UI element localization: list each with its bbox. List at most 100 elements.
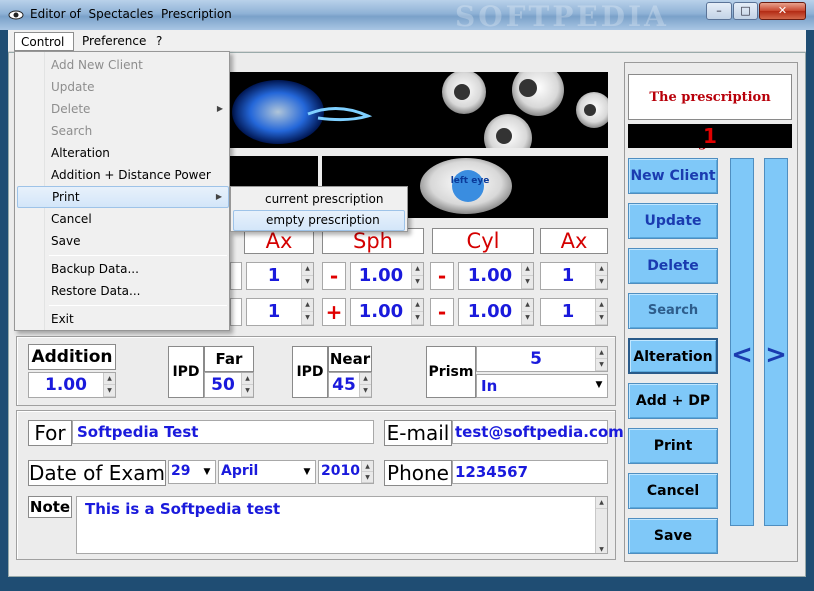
prism-direction-select[interactable]: In ▼ (476, 374, 608, 398)
update-button[interactable]: Update (628, 203, 718, 239)
row1-cyl-sign-button[interactable]: - (430, 262, 454, 290)
row2-cyl-sign-button[interactable]: - (430, 298, 454, 326)
chevron-down-icon: ▼ (203, 467, 211, 477)
addition-spinner[interactable]: ▲ ▼ (103, 373, 115, 397)
prism-value-field[interactable]: 5 ▲ ▼ (476, 346, 608, 372)
add-dp-button[interactable]: Add + DP (628, 383, 718, 419)
row1-ax-field[interactable]: 1 ▲ ▼ (246, 262, 314, 290)
print-submenu: current prescription empty prescription (230, 186, 408, 232)
menu-exit[interactable]: Exit (17, 308, 229, 330)
chevron-down-icon: ▼ (595, 380, 603, 390)
row1-cyl-spinner[interactable]: ▲ ▼ (521, 263, 533, 289)
menu-help[interactable]: ? (150, 32, 172, 51)
control-menu-dropdown: Add New Client Update Delete ▶ Search Al… (14, 51, 230, 331)
submenu-current-prescription[interactable]: current prescription (233, 189, 405, 210)
search-button[interactable]: Search (628, 293, 718, 329)
title-bar[interactable]: Editor of Spectacles Prescription SOFTPE… (0, 0, 814, 33)
new-client-button[interactable]: New Client (628, 158, 718, 194)
near-field[interactable]: 45 ▲ ▼ (328, 372, 372, 398)
row1-cyl-field[interactable]: 1.00 ▲ ▼ (458, 262, 534, 290)
exam-day-select[interactable]: 29 ▼ (168, 460, 216, 484)
row1-spin-stub[interactable] (230, 262, 242, 290)
menu-update[interactable]: Update (17, 76, 229, 98)
row1-ax-spinner[interactable]: ▲ ▼ (301, 263, 313, 289)
menu-print[interactable]: Print ▶ (17, 186, 229, 208)
row2-ax2-spinner[interactable]: ▲ ▼ (595, 299, 607, 325)
row2-cyl-field[interactable]: 1.00 ▲ ▼ (458, 298, 534, 326)
menu-separator (49, 255, 227, 256)
menu-bar: Control Preference ? (8, 30, 806, 52)
menu-add-new-client[interactable]: Add New Client (17, 54, 229, 76)
next-button[interactable]: > (764, 158, 788, 526)
row1-sph-sign-button[interactable]: - (322, 262, 346, 290)
alteration-button[interactable]: Alteration (628, 338, 718, 374)
row1-sph-field[interactable]: 1.00 ▲ ▼ (350, 262, 424, 290)
menu-restore-data[interactable]: Restore Data... (17, 280, 229, 302)
submenu-arrow-icon: ▶ (216, 104, 223, 113)
menu-addition-distance-power[interactable]: Addition + Distance Power (17, 164, 229, 186)
email-label: E-mail (384, 420, 452, 446)
email-field[interactable]: test@softpedia.com (452, 420, 624, 444)
row2-sph-field[interactable]: 1.00 ▲ ▼ (350, 298, 424, 326)
menu-alteration[interactable]: Alteration (17, 142, 229, 164)
near-label: Near (328, 346, 372, 372)
cancel-button[interactable]: Cancel (628, 473, 718, 509)
client-name-field[interactable]: Softpedia Test (72, 420, 374, 444)
ipd-far-label: IPD (168, 346, 204, 398)
row1-sph-spinner[interactable]: ▲ ▼ (411, 263, 423, 289)
row2-ax-field[interactable]: 1 ▲ ▼ (246, 298, 314, 326)
phone-label: Phone (384, 460, 452, 486)
far-spinner[interactable]: ▲ ▼ (241, 373, 253, 397)
row2-cyl-spinner[interactable]: ▲ ▼ (521, 299, 533, 325)
for-label: For (28, 420, 72, 446)
submenu-empty-prescription[interactable]: empty prescription (233, 210, 405, 231)
exam-month-select[interactable]: April ▼ (218, 460, 316, 484)
chevron-down-icon: ▼ (303, 467, 311, 477)
header-ax-2: Ax (540, 228, 608, 254)
submenu-arrow-icon: ▶ (215, 192, 222, 201)
date-of-exam-label: Date of Exam (28, 460, 166, 486)
maximize-button[interactable]: □ (733, 2, 758, 20)
softpedia-watermark: SOFTPEDIA (455, 0, 669, 33)
row2-ax-spinner[interactable]: ▲ ▼ (301, 299, 313, 325)
note-textarea[interactable]: This is a Softpedia test ▲ ▼ (76, 496, 608, 554)
menu-delete[interactable]: Delete ▶ (17, 98, 229, 120)
previous-button[interactable]: < (730, 158, 754, 526)
year-spinner[interactable]: ▲ ▼ (361, 461, 373, 483)
delete-button[interactable]: Delete (628, 248, 718, 284)
left-eye-caption: left eye (450, 176, 490, 186)
prism-spinner[interactable]: ▲ ▼ (595, 347, 607, 371)
row1-ax2-spinner[interactable]: ▲ ▼ (595, 263, 607, 289)
menu-control[interactable]: Control (14, 32, 74, 51)
row2-ax2-field[interactable]: 1 ▲ ▼ (540, 298, 608, 326)
exam-year-field[interactable]: 2010 ▲ ▼ (318, 460, 374, 484)
near-spinner[interactable]: ▲ ▼ (359, 373, 371, 397)
menu-cancel[interactable]: Cancel (17, 208, 229, 230)
menu-preference[interactable]: Preference (76, 32, 152, 51)
row2-sph-spinner[interactable]: ▲ ▼ (411, 299, 423, 325)
eye-photo-banner (228, 64, 612, 162)
window-title: Editor of Spectacles Prescription (30, 7, 232, 21)
far-label: Far (204, 346, 254, 372)
minimize-button[interactable]: – (706, 2, 732, 20)
row1-ax2-field[interactable]: 1 ▲ ▼ (540, 262, 608, 290)
print-button[interactable]: Print (628, 428, 718, 464)
addition-field[interactable]: 1.00 ▲ ▼ (28, 372, 116, 398)
prescription-figure-number: 1 (628, 124, 792, 148)
phone-field[interactable]: 1234567 (452, 460, 608, 484)
ipd-near-label: IPD (292, 346, 328, 398)
menu-separator (49, 305, 227, 306)
menu-search[interactable]: Search (17, 120, 229, 142)
note-scrollbar[interactable]: ▲ ▼ (595, 497, 607, 553)
header-cyl: Cyl (432, 228, 534, 254)
menu-backup-data[interactable]: Backup Data... (17, 258, 229, 280)
prescription-figure-label: The prescription figure (628, 74, 792, 151)
menu-save[interactable]: Save (17, 230, 229, 252)
app-eye-icon (8, 8, 24, 22)
row2-sph-sign-button[interactable]: + (322, 298, 346, 326)
far-field[interactable]: 50 ▲ ▼ (204, 372, 254, 398)
close-button[interactable]: ✕ (759, 2, 806, 20)
save-button[interactable]: Save (628, 518, 718, 554)
addition-label: Addition (28, 344, 116, 370)
row2-spin-stub[interactable] (230, 298, 242, 326)
